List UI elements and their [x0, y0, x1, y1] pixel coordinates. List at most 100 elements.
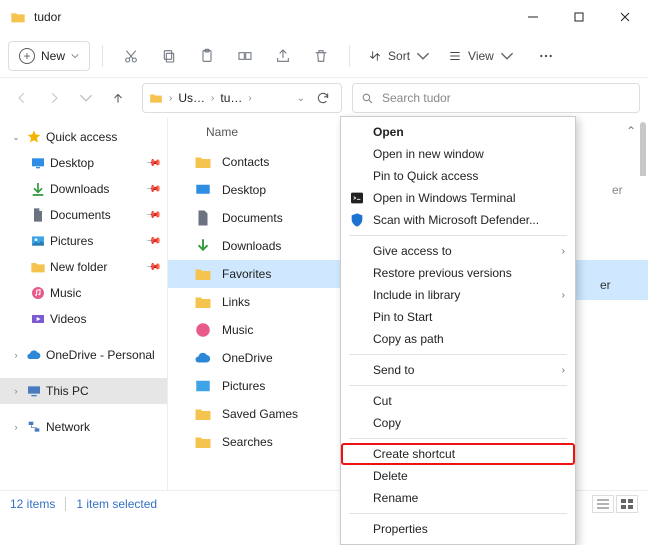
address-bar[interactable]: › Us… › tu… › ⌄	[142, 83, 342, 113]
ctx-scan-defender[interactable]: Scan with Microsoft Defender...	[341, 209, 575, 231]
sidebar-label: Videos	[50, 312, 86, 326]
selected-count: 1 item selected	[76, 497, 157, 511]
item-count: 12 items	[10, 497, 55, 511]
window-controls	[510, 0, 648, 34]
refresh-button[interactable]	[311, 91, 335, 105]
shield-icon	[349, 212, 365, 228]
ctx-delete[interactable]: Delete	[341, 465, 575, 487]
file-name: Pictures	[222, 379, 265, 393]
ctx-include-library[interactable]: Include in library›	[341, 284, 575, 306]
back-button[interactable]	[8, 84, 36, 112]
file-name: Desktop	[222, 183, 266, 197]
pin-icon: 📌	[144, 155, 161, 172]
ctx-create-shortcut[interactable]: Create shortcut	[341, 443, 575, 465]
separator	[65, 497, 66, 511]
folder-icon	[30, 259, 46, 275]
music-icon	[30, 285, 46, 301]
file-name: Favorites	[222, 267, 271, 281]
separator	[102, 45, 103, 67]
music-icon	[194, 321, 212, 339]
details-view-button[interactable]	[592, 495, 614, 513]
minimize-button[interactable]	[510, 0, 556, 34]
window-title: tudor	[34, 10, 61, 24]
more-button[interactable]	[530, 41, 562, 71]
sidebar-item-this-pc[interactable]: › This PC	[0, 378, 167, 404]
scrollbar[interactable]	[640, 122, 646, 184]
sidebar-item-network[interactable]: › Network	[0, 414, 167, 440]
separator	[349, 385, 567, 386]
pin-icon: 📌	[144, 181, 161, 198]
cloud-icon	[194, 349, 212, 367]
chevron-right-icon: ›	[246, 93, 253, 104]
ctx-open-new-window[interactable]: Open in new window	[341, 143, 575, 165]
document-icon	[194, 209, 212, 227]
ctx-pin-start[interactable]: Pin to Start	[341, 306, 575, 328]
view-button[interactable]: View	[442, 41, 520, 71]
pictures-icon	[194, 377, 212, 395]
ctx-pin-quick-access[interactable]: Pin to Quick access	[341, 165, 575, 187]
sidebar-label: Music	[50, 286, 81, 300]
chevron-right-icon: ›	[562, 290, 565, 301]
sidebar-item-desktop[interactable]: Desktop 📌	[0, 150, 167, 176]
rename-button[interactable]	[229, 41, 261, 71]
chevron-down-icon[interactable]: ⌄	[295, 93, 307, 104]
ctx-rename[interactable]: Rename	[341, 487, 575, 509]
ctx-send-to[interactable]: Send to›	[341, 359, 575, 381]
ctx-label: Scan with Microsoft Defender...	[373, 213, 539, 227]
folder-icon	[10, 9, 26, 25]
sidebar: ⌄ Quick access Desktop 📌 Downloads 📌 Doc…	[0, 118, 168, 490]
ctx-label: Open in new window	[373, 147, 484, 161]
copy-button[interactable]	[153, 41, 185, 71]
search-input[interactable]: Search tudor	[352, 83, 640, 113]
ctx-copy[interactable]: Copy	[341, 412, 575, 434]
new-button[interactable]: + New	[8, 41, 90, 71]
ctx-give-access[interactable]: Give access to›	[341, 240, 575, 262]
maximize-button[interactable]	[556, 0, 602, 34]
chevron-down-icon	[416, 49, 430, 63]
ctx-open-terminal[interactable]: Open in Windows Terminal	[341, 187, 575, 209]
pictures-icon	[30, 233, 46, 249]
folder-icon	[194, 153, 212, 171]
desktop-icon	[30, 155, 46, 171]
breadcrumb[interactable]: tu…	[220, 91, 242, 105]
sidebar-item-videos[interactable]: Videos	[0, 306, 167, 332]
up-button[interactable]	[104, 84, 132, 112]
sidebar-item-music[interactable]: Music	[0, 280, 167, 306]
context-menu: Open Open in new window Pin to Quick acc…	[340, 116, 576, 545]
paste-button[interactable]	[191, 41, 223, 71]
ctx-restore-previous[interactable]: Restore previous versions	[341, 262, 575, 284]
desktop-icon	[194, 181, 212, 199]
folder-icon	[149, 91, 163, 105]
chevron-down-icon	[500, 49, 514, 63]
share-button[interactable]	[267, 41, 299, 71]
ctx-properties[interactable]: Properties	[341, 518, 575, 540]
sidebar-label: Network	[46, 420, 90, 434]
sidebar-item-documents[interactable]: Documents 📌	[0, 202, 167, 228]
delete-button[interactable]	[305, 41, 337, 71]
breadcrumb[interactable]: Us…	[178, 91, 205, 105]
sort-button[interactable]: Sort	[362, 41, 436, 71]
view-label: View	[468, 49, 494, 63]
sidebar-item-onedrive[interactable]: › OneDrive - Personal	[0, 342, 167, 368]
sidebar-label: OneDrive - Personal	[46, 348, 155, 362]
file-name: Saved Games	[222, 407, 298, 421]
sidebar-item-pictures[interactable]: Pictures 📌	[0, 228, 167, 254]
chevron-right-icon: ›	[10, 350, 22, 360]
sidebar-item-downloads[interactable]: Downloads 📌	[0, 176, 167, 202]
file-name: Downloads	[222, 239, 281, 253]
recent-button[interactable]	[72, 84, 100, 112]
sidebar-item-new-folder[interactable]: New folder 📌	[0, 254, 167, 280]
ctx-label: Create shortcut	[373, 447, 455, 461]
ctx-label: Pin to Start	[373, 310, 432, 324]
ctx-cut[interactable]: Cut	[341, 390, 575, 412]
cut-button[interactable]	[115, 41, 147, 71]
toolbar: + New Sort View	[0, 34, 648, 78]
thumbnails-view-button[interactable]	[616, 495, 638, 513]
close-button[interactable]	[602, 0, 648, 34]
forward-button[interactable]	[40, 84, 68, 112]
ctx-open[interactable]: Open	[341, 121, 575, 143]
sidebar-item-quick-access[interactable]: ⌄ Quick access	[0, 124, 167, 150]
ctx-copy-as-path[interactable]: Copy as path	[341, 328, 575, 350]
row-peek: er	[600, 278, 611, 292]
chevron-down-icon	[71, 52, 79, 60]
